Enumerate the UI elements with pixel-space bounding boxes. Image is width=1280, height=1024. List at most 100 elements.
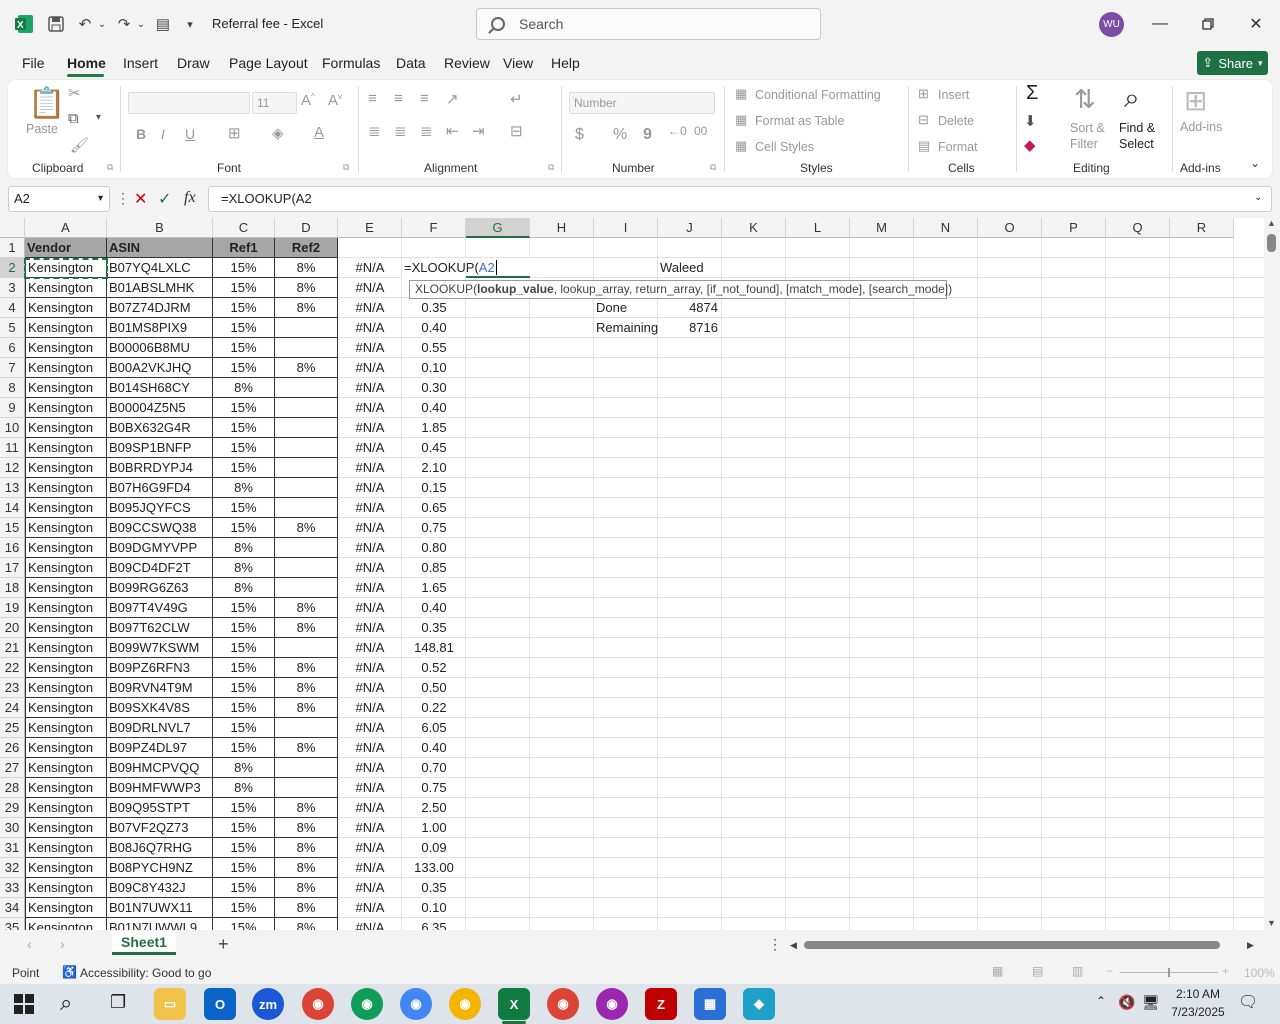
column-header-p[interactable]: P — [1042, 218, 1106, 238]
cell-asin[interactable]: B09PZ6RFN3 — [107, 658, 213, 678]
cell-asin[interactable]: B09DRLNVL7 — [107, 718, 213, 738]
column-header-f[interactable]: F — [402, 218, 466, 238]
cell-vendor[interactable]: Kensington — [25, 758, 107, 778]
cell-asin[interactable]: B09Q95STPT — [107, 798, 213, 818]
cell-ref1[interactable]: 8% — [213, 538, 275, 558]
close-icon[interactable]: ✕ — [1243, 12, 1269, 36]
outlook-icon[interactable]: O — [204, 988, 236, 1020]
tab-insert[interactable]: Insert — [123, 55, 158, 71]
cell-ref2[interactable]: 8% — [275, 878, 338, 898]
cell-vendor[interactable]: Kensington — [25, 838, 107, 858]
cell-ref2[interactable]: 8% — [275, 738, 338, 758]
cell-asin[interactable]: B09SP1BNFP — [107, 438, 213, 458]
expand-formula-icon[interactable]: ⌄ — [1254, 192, 1262, 203]
cell-asin[interactable]: B08PYCH9NZ — [107, 858, 213, 878]
row-header[interactable]: 32 — [0, 858, 25, 878]
cell-asin[interactable]: B097T62CLW — [107, 618, 213, 638]
tooltip-function[interactable]: XLOOKUP( — [415, 282, 477, 296]
number-format-box[interactable]: Number — [569, 92, 715, 114]
cell-ref2[interactable]: 8% — [275, 918, 338, 930]
cell-f[interactable]: 6.35 — [402, 918, 466, 930]
cell-ref2[interactable] — [275, 758, 338, 778]
task-view-icon[interactable]: ❐ — [110, 992, 126, 1013]
row-header[interactable]: 15 — [0, 518, 25, 538]
conditional-formatting-button[interactable]: Conditional Formatting — [755, 88, 881, 102]
cell-e[interactable]: #N/A — [338, 678, 402, 698]
cell-e[interactable]: #N/A — [338, 798, 402, 818]
cell-f[interactable]: 2.50 — [402, 798, 466, 818]
cell-ref1[interactable]: 15% — [213, 418, 275, 438]
cell-asin[interactable]: B00004Z5N5 — [107, 398, 213, 418]
row-header[interactable]: 34 — [0, 898, 25, 918]
increase-font-icon[interactable]: A^ — [301, 92, 315, 109]
cell-ref1[interactable]: 15% — [213, 638, 275, 658]
page-break-view-icon[interactable]: ▥ — [1072, 964, 1083, 978]
horizontal-scroll-thumb[interactable] — [804, 941, 1220, 949]
cell-asin[interactable]: B09DGMYVPP — [107, 538, 213, 558]
cell-vendor[interactable]: Kensington — [25, 438, 107, 458]
cell-e[interactable]: #N/A — [338, 818, 402, 838]
cell-e[interactable]: #N/A — [338, 638, 402, 658]
add-sheet-icon[interactable]: + — [218, 934, 229, 955]
form-icon[interactable]: ▤ — [153, 12, 173, 36]
cell-ref1[interactable]: 15% — [213, 898, 275, 918]
cell-asin[interactable]: B00006B8MU — [107, 338, 213, 358]
tab-help[interactable]: Help — [551, 55, 580, 71]
cell-ref1[interactable]: 15% — [213, 658, 275, 678]
tab-draw[interactable]: Draw — [177, 55, 210, 71]
cell-e[interactable]: #N/A — [338, 498, 402, 518]
cell-ref1[interactable]: 15% — [213, 498, 275, 518]
wrap-text-icon[interactable]: ↵ — [510, 90, 523, 108]
cell-e[interactable]: #N/A — [338, 478, 402, 498]
tab-review[interactable]: Review — [444, 55, 490, 71]
volume-icon[interactable]: 🔇 — [1118, 994, 1135, 1011]
vertical-scrollbar[interactable]: ▲ ▼ — [1264, 218, 1280, 930]
cell-f[interactable]: 148.81 — [402, 638, 466, 658]
cell-e[interactable]: #N/A — [338, 258, 402, 278]
cell-f[interactable]: 0.30 — [402, 378, 466, 398]
cell-ref1[interactable]: 15% — [213, 738, 275, 758]
cell-e[interactable]: #N/A — [338, 418, 402, 438]
bold-button[interactable]: B — [136, 126, 146, 142]
chrome-icon[interactable]: ◉ — [302, 988, 334, 1020]
cell-ref1[interactable]: 8% — [213, 758, 275, 778]
row-header[interactable]: 2 — [0, 258, 25, 278]
formula-input[interactable]: =XLOOKUP(A2 — [208, 186, 1272, 212]
cell-vendor[interactable]: Kensington — [25, 598, 107, 618]
sort-filter-icon[interactable]: ⇅ — [1074, 84, 1096, 115]
cell-vendor[interactable]: Kensington — [25, 818, 107, 838]
scroll-right-icon[interactable]: ▶ — [1247, 940, 1254, 951]
number-launcher-icon[interactable]: ⧉ — [710, 162, 716, 173]
cell-ref1[interactable]: 15% — [213, 398, 275, 418]
cell-e[interactable]: #N/A — [338, 538, 402, 558]
column-header-e[interactable]: E — [338, 218, 402, 238]
save-icon[interactable] — [44, 12, 68, 36]
decrease-indent-icon[interactable]: ⇤ — [446, 122, 459, 140]
cell-f[interactable]: 0.40 — [402, 398, 466, 418]
select-all-corner[interactable] — [0, 218, 25, 238]
cell-f[interactable]: 0.85 — [402, 558, 466, 578]
cell-asin[interactable]: B0BX632G4R — [107, 418, 213, 438]
row-header[interactable]: 17 — [0, 558, 25, 578]
cell-ref1[interactable]: 8% — [213, 558, 275, 578]
cell-e[interactable]: #N/A — [338, 518, 402, 538]
cell-asin[interactable]: B01MS8PIX9 — [107, 318, 213, 338]
decrease-font-icon[interactable]: Av — [328, 92, 342, 109]
cell-f[interactable]: 2.10 — [402, 458, 466, 478]
cell-e[interactable]: #N/A — [338, 378, 402, 398]
cell-ref2[interactable]: 8% — [275, 658, 338, 678]
cell-vendor[interactable]: Kensington — [25, 278, 107, 298]
cell-ref1[interactable]: 15% — [213, 838, 275, 858]
italic-button[interactable]: I — [161, 126, 165, 142]
minimize-icon[interactable]: — — [1147, 12, 1173, 36]
cell-e[interactable]: #N/A — [338, 598, 402, 618]
cell-i5[interactable]: Remaining — [594, 318, 658, 338]
zoom-out-icon[interactable]: − — [1106, 964, 1113, 978]
cell-asin[interactable]: B01N7UWX11 — [107, 898, 213, 918]
cell-asin[interactable]: B0BRRDYPJ4 — [107, 458, 213, 478]
zoom-level[interactable]: 100% — [1244, 966, 1275, 980]
cell-ref2[interactable] — [275, 398, 338, 418]
cell-vendor[interactable]: Kensington — [25, 558, 107, 578]
cell-e[interactable]: #N/A — [338, 878, 402, 898]
cell-asin[interactable]: B095JQYFCS — [107, 498, 213, 518]
